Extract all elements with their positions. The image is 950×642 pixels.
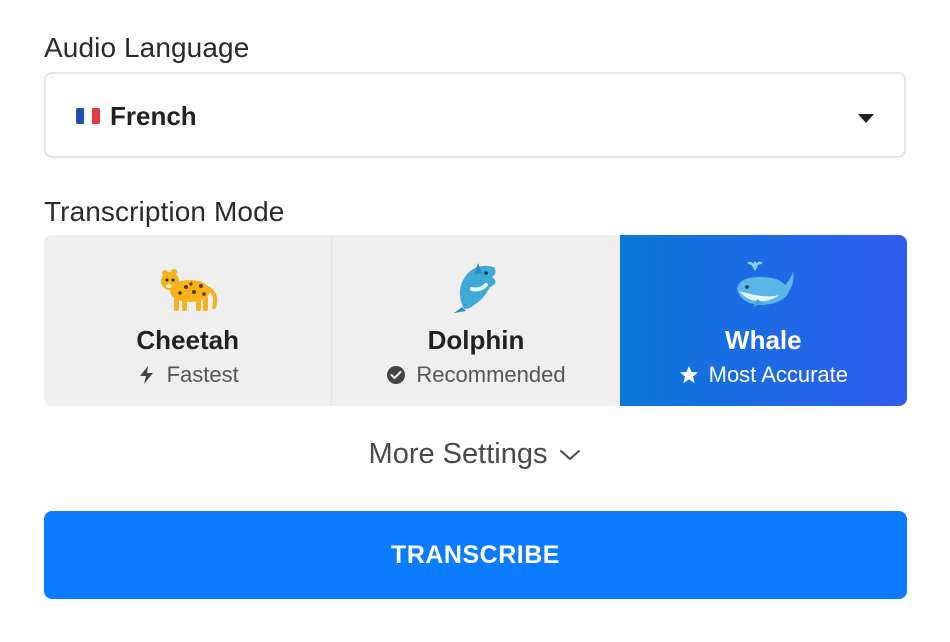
transcribe-button[interactable]: TRANSCRIBE: [44, 511, 907, 599]
selected-language: French: [110, 100, 197, 131]
mode-option-dolphin[interactable]: Dolphin Recommended: [331, 235, 619, 406]
leopard-icon: [160, 269, 217, 311]
mode-name: Whale: [725, 325, 802, 355]
transcription-settings-panel: Audio Language French Transcription Mode: [0, 0, 950, 642]
more-settings-label: More Settings: [368, 438, 548, 470]
transcription-mode-group: Cheetah Fastest Dolphin Recommended Whal…: [44, 235, 907, 406]
mode-name: Dolphin: [427, 325, 525, 355]
star-icon: [679, 366, 698, 383]
lightning-bolt-icon: [139, 366, 153, 384]
audio-language-select[interactable]: French: [44, 72, 906, 158]
select-value: French: [76, 74, 197, 158]
caret-down-icon: [858, 114, 874, 123]
audio-language-label: Audio Language: [44, 32, 250, 63]
mode-subtitle-text: Fastest: [166, 362, 239, 387]
mode-subtitle: Most Accurate: [679, 362, 848, 388]
mode-subtitle-text: Most Accurate: [708, 362, 849, 387]
mode-subtitle-text: Recommended: [416, 362, 566, 387]
chevron-down-icon: [560, 449, 581, 460]
mode-subtitle: Fastest: [137, 362, 239, 388]
mode-option-whale[interactable]: Whale Most Accurate: [619, 235, 907, 406]
mode-name: Cheetah: [136, 325, 239, 355]
mode-option-cheetah[interactable]: Cheetah Fastest: [44, 235, 331, 406]
check-circle-icon: [387, 366, 406, 384]
mode-subtitle: Recommended: [386, 362, 566, 388]
dolphin-icon: [453, 263, 496, 313]
more-settings-toggle[interactable]: More Settings: [0, 438, 950, 471]
transcription-mode-label: Transcription Mode: [44, 196, 285, 227]
whale-icon: [737, 261, 794, 307]
france-flag-icon: [76, 108, 100, 124]
